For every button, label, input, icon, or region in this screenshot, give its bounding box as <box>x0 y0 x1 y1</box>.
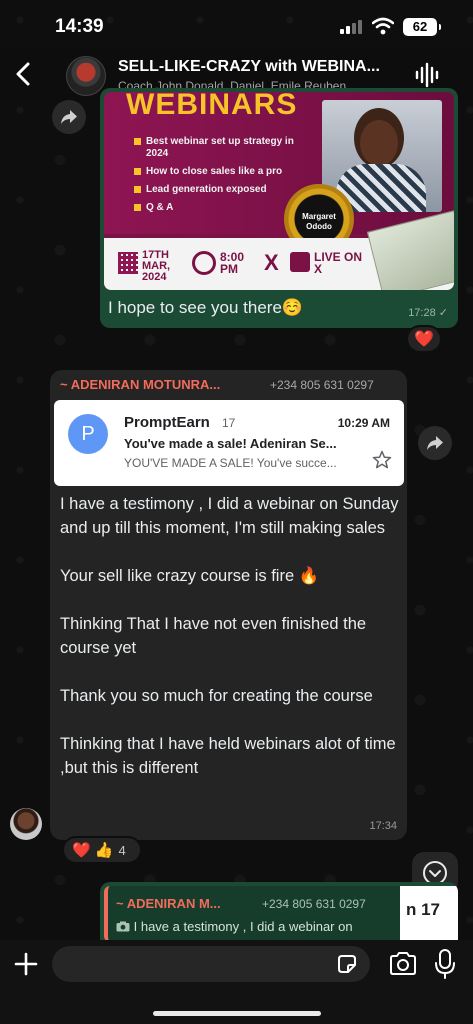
outgoing-image-message[interactable]: WEBINARS Best webinar set up strategy in… <box>100 88 458 328</box>
flyer-bullet: Lead generation exposed <box>134 184 309 196</box>
star-icon <box>372 450 392 469</box>
live-icon <box>290 252 310 272</box>
flyer-bullets: Best webinar set up strategy in 2024 How… <box>134 136 309 220</box>
microphone-icon[interactable] <box>434 948 456 980</box>
quoted-message[interactable]: ~ ADENIRAN M... +234 805 631 0297 I have… <box>104 886 458 942</box>
quote-text: I have a testimony , I did a webinar on <box>116 919 396 934</box>
heart-reaction[interactable]: ❤️ <box>406 325 442 353</box>
forward-button[interactable] <box>418 426 452 460</box>
flyer-heading: WEBINARS <box>126 92 298 121</box>
webinar-flyer-image[interactable]: WEBINARS Best webinar set up strategy in… <box>104 92 454 290</box>
plus-icon[interactable] <box>12 950 40 978</box>
email-screenshot[interactable]: P PromptEarn 17 10:29 AM You've made a s… <box>54 400 404 486</box>
sender-avatar[interactable] <box>10 808 42 840</box>
mail-time: 10:29 AM <box>337 416 390 430</box>
flyer-bullet: How to close sales like a pro <box>134 166 309 178</box>
mail-subject: You've made a sale! Adeniran Se... <box>124 436 337 451</box>
message-text: I have a testimony , I did a webinar on … <box>60 492 400 804</box>
chat-screen: { "status_bar": { "time": "14:39", "batt… <box>0 0 473 1024</box>
mail-snippet: YOU'VE MADE A SALE! You've succe... <box>124 456 337 470</box>
incoming-message[interactable]: ~ ADENIRAN MOTUNRA... +234 805 631 0297 … <box>50 370 407 840</box>
message-paragraph: Thank you so much for creating the cours… <box>60 687 373 705</box>
outgoing-timestamp: 17:28 <box>408 307 436 319</box>
signal-icon <box>340 20 362 34</box>
sender-phone[interactable]: +234 805 631 0297 <box>270 378 374 392</box>
forward-icon <box>61 110 77 124</box>
quote-snippet: I have a testimony , I did a webinar on <box>133 919 353 934</box>
flyer-banner: WEBINARS Best webinar set up strategy in… <box>104 92 454 234</box>
forward-button[interactable] <box>52 100 86 134</box>
host-seal-name: Margaret Ododo <box>302 212 336 231</box>
x-logo-icon: X <box>264 250 279 275</box>
incoming-time: 17:34 <box>369 820 397 832</box>
outgoing-reply-message[interactable]: ~ ADENIRAN M... +234 805 631 0297 I have… <box>100 882 458 942</box>
calendar-icon <box>118 252 138 274</box>
wifi-icon <box>372 17 394 35</box>
group-avatar[interactable] <box>66 56 106 96</box>
outgoing-time: 17:28 ✓ <box>408 307 448 319</box>
camera-icon[interactable] <box>388 950 418 978</box>
quote-sender: ~ ADENIRAN M... <box>116 896 221 911</box>
forward-icon <box>427 436 443 450</box>
message-input[interactable] <box>52 946 370 982</box>
voice-chat-icon[interactable] <box>414 62 440 88</box>
clock-icon <box>192 251 216 275</box>
battery-indicator: 62 <box>403 18 441 36</box>
quote-thumbnail: n 17 <box>400 886 458 942</box>
message-paragraph: I have a testimony , I did a webinar on … <box>60 495 399 537</box>
message-paragraph: Thinking that I have held webinars alot … <box>60 735 396 777</box>
reaction-count: 4 <box>118 842 126 858</box>
flyer-bullet: Q & A <box>134 202 309 214</box>
back-arrow-icon[interactable] <box>12 60 38 88</box>
home-indicator[interactable] <box>153 1011 321 1016</box>
flyer-time: 8:00 PM <box>220 250 245 276</box>
flyer-date: 17TH MAR, 2024 <box>142 249 171 283</box>
status-time: 14:39 <box>55 16 104 37</box>
message-paragraph: Your sell like crazy course is fire 🔥 <box>60 567 320 585</box>
message-reactions[interactable]: ❤️ 👍 4 <box>62 836 142 864</box>
mail-sender: PromptEarn <box>124 414 210 431</box>
camera-icon <box>116 921 130 932</box>
sticker-icon[interactable] <box>336 953 358 975</box>
flyer-bullet: Best webinar set up strategy in 2024 <box>134 136 309 160</box>
flyer-live: LIVE ON X <box>314 250 363 276</box>
reaction-emojis: ❤️ 👍 <box>72 842 114 859</box>
message-paragraph: Thinking That I have not even finished t… <box>60 615 367 657</box>
quote-phone: +234 805 631 0297 <box>262 897 366 911</box>
outgoing-caption: I hope to see you there☺️ <box>108 298 304 317</box>
quote-thumb-text: n 17 <box>406 900 441 919</box>
mail-avatar: P <box>68 414 108 454</box>
group-title[interactable]: SELL-LIKE-CRAZY with WEBINA... <box>118 58 408 76</box>
sender-name[interactable]: ~ ADENIRAN MOTUNRA... <box>60 377 260 392</box>
mail-count: 17 <box>222 416 236 430</box>
status-bar: 14:39 62 <box>0 0 473 48</box>
